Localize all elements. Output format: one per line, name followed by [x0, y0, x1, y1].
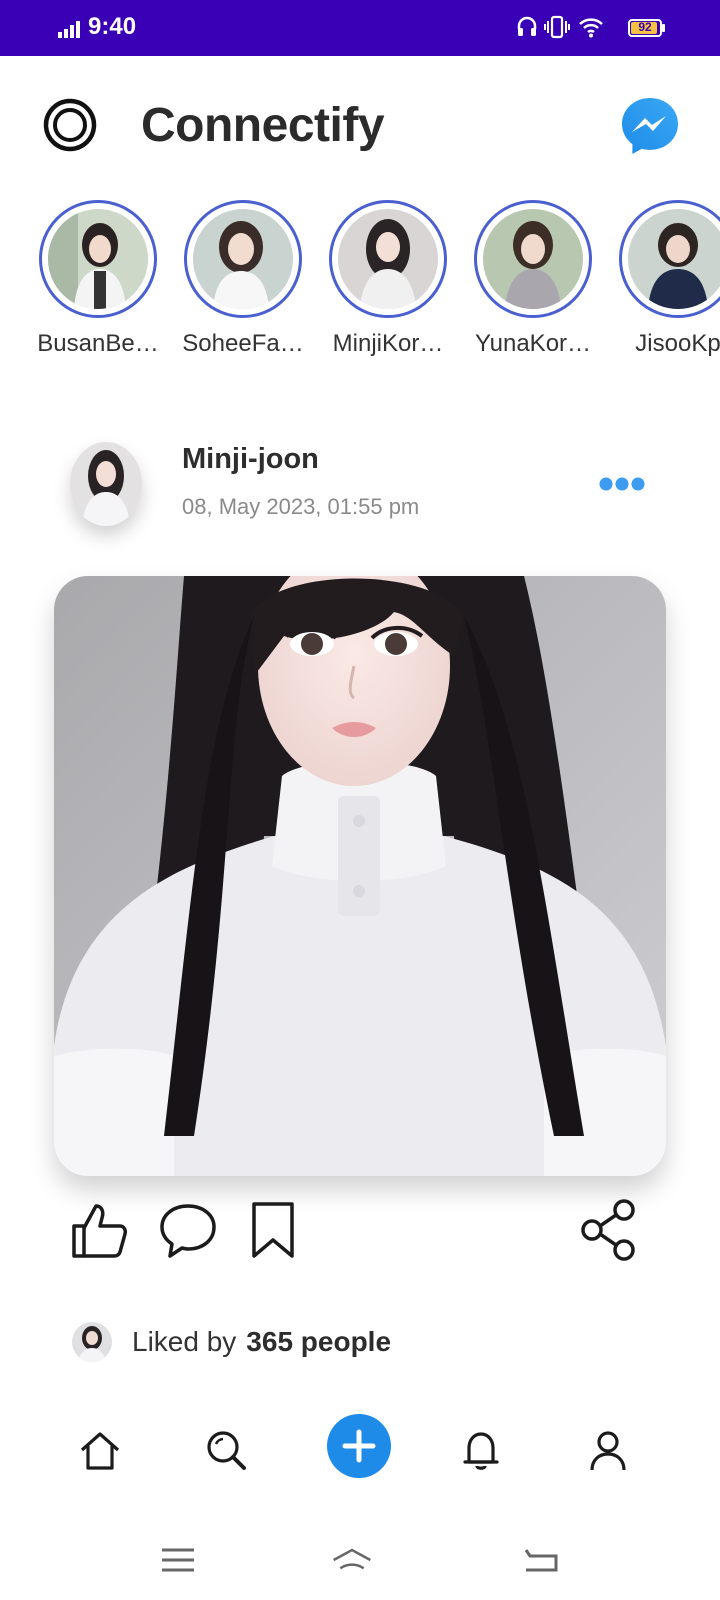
story-photo: [483, 209, 583, 309]
likes-count[interactable]: 365 people: [246, 1326, 391, 1358]
story-name: JisooKp: [635, 330, 720, 357]
wifi-icon: [579, 18, 603, 38]
signal-icon: [58, 21, 80, 38]
headphones-icon: [517, 16, 537, 36]
bookmark-icon[interactable]: [242, 1198, 306, 1262]
likes-prefix: Liked by: [132, 1326, 237, 1357]
likes-summary[interactable]: Liked by 365 people: [72, 1320, 391, 1364]
app-logo-icon[interactable]: [42, 97, 98, 153]
post-image[interactable]: [54, 576, 666, 1176]
bottom-nav: [0, 1410, 720, 1490]
story-item[interactable]: YunaKor…: [463, 200, 603, 358]
story-photo: [628, 209, 720, 309]
story-ring: [474, 200, 592, 318]
story-photo: [338, 209, 438, 309]
story-ring: [329, 200, 447, 318]
avatar-photo: [70, 442, 142, 526]
notifications-icon[interactable]: [457, 1426, 505, 1474]
post-username[interactable]: Minji-joon: [182, 443, 319, 476]
story-name: MinjiKor…: [332, 330, 444, 357]
post-author-avatar[interactable]: [70, 442, 142, 526]
messenger-icon[interactable]: [618, 94, 682, 158]
profile-icon[interactable]: [584, 1426, 632, 1474]
home-icon[interactable]: [332, 1544, 372, 1576]
story-avatar: [48, 209, 148, 309]
battery-tip: [662, 24, 665, 32]
post-date: 08, May 2023, 01:55 pm: [182, 494, 420, 519]
story-item[interactable]: MinjiKor…: [318, 200, 458, 358]
post-photo: [54, 576, 666, 1176]
back-icon[interactable]: [520, 1544, 560, 1576]
liker-avatar: [72, 1322, 112, 1362]
liker-photo: [72, 1322, 112, 1362]
story-ring: [184, 200, 302, 318]
system-nav-bar: [0, 1530, 720, 1590]
battery-icon: 92: [628, 19, 662, 37]
status-time: 9:40: [88, 13, 137, 40]
menu-icon[interactable]: [158, 1544, 198, 1576]
story-name: YunaKor…: [474, 330, 592, 357]
comment-icon[interactable]: [156, 1198, 220, 1262]
more-dots-icon[interactable]: [598, 474, 646, 494]
add-icon: [342, 1429, 376, 1463]
story-item[interactable]: BusanBe…: [28, 200, 168, 358]
vibrate-icon: [544, 15, 570, 39]
share-icon[interactable]: [580, 1198, 644, 1262]
app-header: Connectify: [0, 56, 720, 191]
app-title: Connectify: [141, 99, 385, 152]
story-avatar: [193, 209, 293, 309]
add-button[interactable]: [327, 1414, 391, 1478]
story-name: BusanBe…: [37, 330, 159, 357]
status-bar: 9:40 92: [0, 0, 720, 56]
like-icon[interactable]: [68, 1198, 132, 1262]
search-icon[interactable]: [202, 1426, 250, 1474]
story-avatar: [338, 209, 438, 309]
story-item[interactable]: SoheeFa…: [173, 200, 313, 358]
story-photo: [193, 209, 293, 309]
story-photo: [48, 209, 148, 309]
story-avatar: [628, 209, 720, 309]
story-name: SoheeFa…: [182, 330, 304, 357]
story-item[interactable]: JisooKp: [608, 200, 720, 358]
home-icon[interactable]: [76, 1426, 124, 1474]
story-ring: [39, 200, 157, 318]
story-avatar: [483, 209, 583, 309]
battery-level: 92: [638, 20, 652, 34]
stories-row: BusanBe… SoheeFa… MinjiKor… YunaKor… Jis…: [0, 200, 720, 370]
story-ring: [619, 200, 720, 318]
